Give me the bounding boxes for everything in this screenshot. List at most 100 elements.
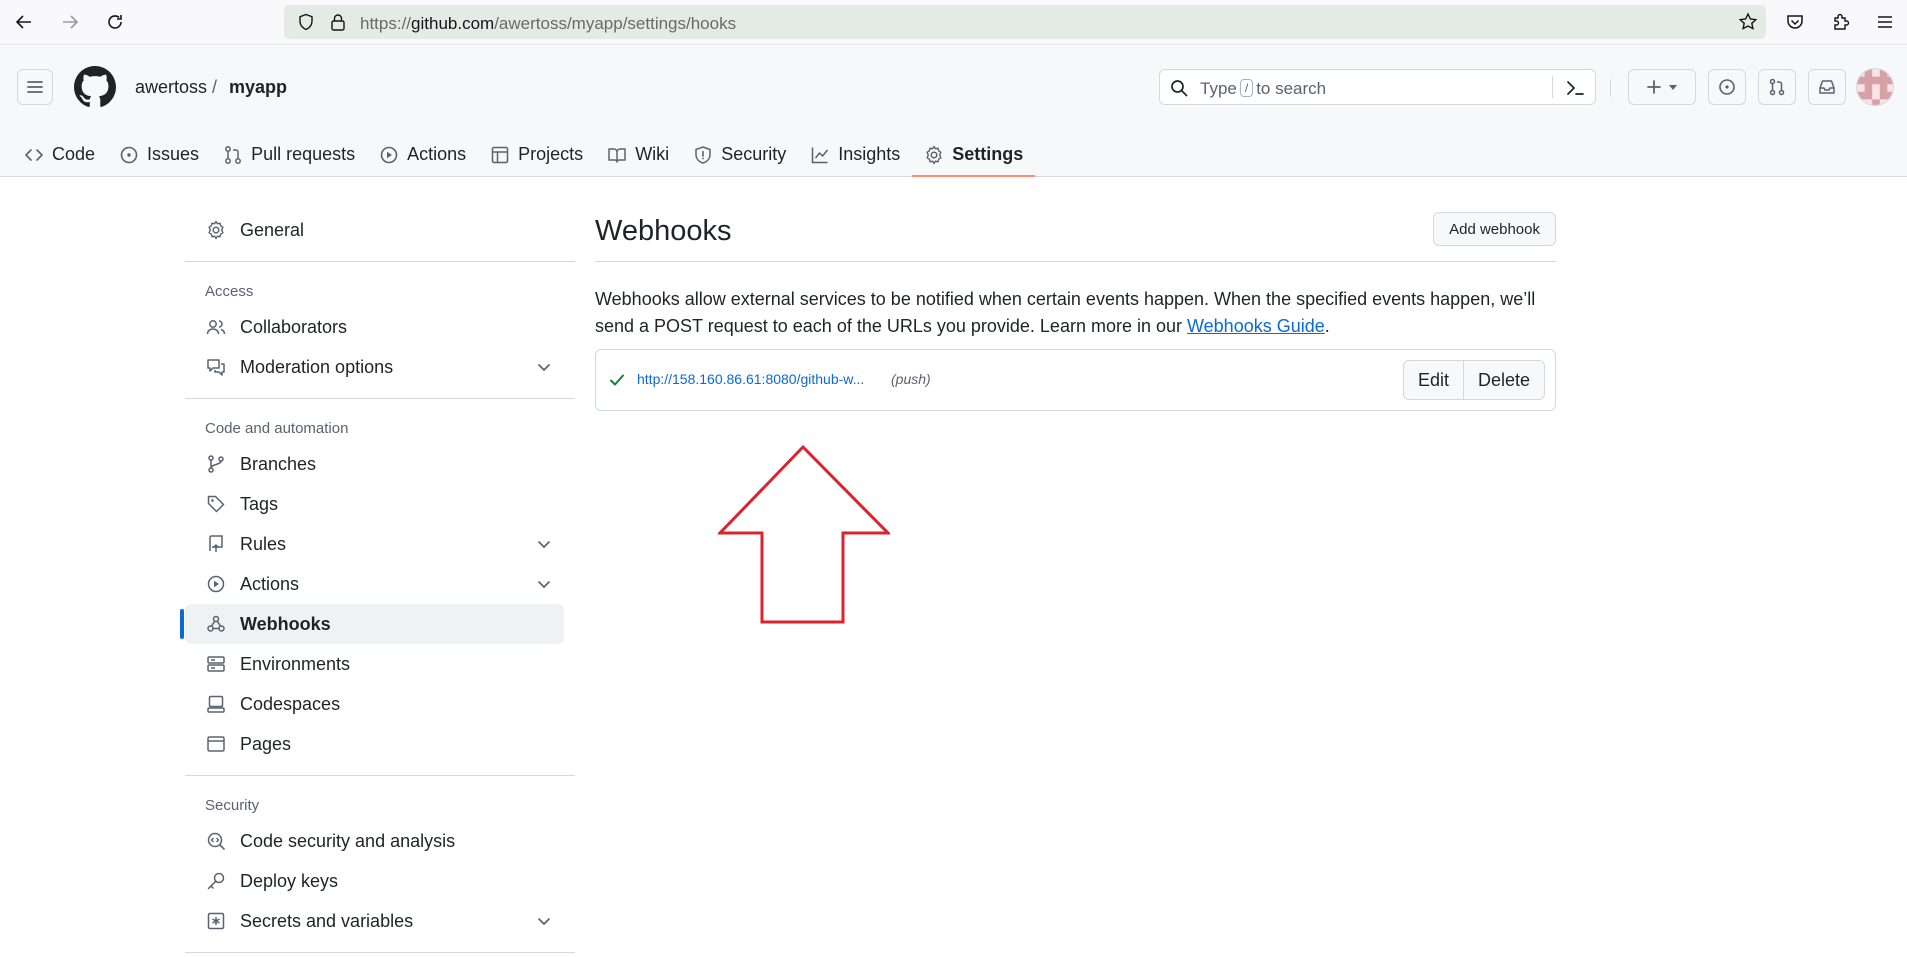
- identicon-icon: [1857, 69, 1893, 105]
- add-webhook-button[interactable]: Add webhook: [1433, 212, 1556, 246]
- sidebar-item-rules[interactable]: Rules: [185, 524, 564, 564]
- pocket-button[interactable]: [1783, 10, 1807, 34]
- sidebar-item-webhooks[interactable]: Webhooks: [180, 604, 564, 644]
- sidebar-item-label: General: [240, 219, 305, 240]
- gear-icon: [926, 145, 942, 164]
- tag-icon: [205, 494, 227, 514]
- edit-webhook-button[interactable]: Edit: [1404, 361, 1463, 399]
- tab-insights[interactable]: Insights: [798, 132, 912, 177]
- sidebar-item-label: Pages: [240, 733, 292, 754]
- chevron-down-icon: [538, 541, 550, 549]
- search-divider: [1552, 76, 1553, 98]
- browser-toolbar: https://github.com/awertoss/myapp/settin…: [0, 0, 1907, 45]
- plus-icon: [1647, 80, 1661, 94]
- sidebar-divider: [185, 952, 575, 953]
- annotation-up-arrow-icon: [718, 445, 890, 624]
- browser-icon: [205, 734, 227, 754]
- delete-webhook-button[interactable]: Delete: [1462, 361, 1544, 399]
- webhook-url-link[interactable]: http://158.160.86.61:8080/github-w...: [637, 371, 864, 387]
- bookmark-star-icon[interactable]: [1738, 12, 1758, 32]
- tab-label: Insights: [838, 144, 901, 164]
- tab-security[interactable]: Security: [681, 132, 798, 177]
- create-new-button[interactable]: [1628, 69, 1696, 105]
- sidebar-item-label: Code security and analysis: [240, 830, 456, 851]
- tab-actions[interactable]: Actions: [367, 132, 478, 177]
- tab-projects[interactable]: Projects: [478, 132, 595, 177]
- webhooks-guide-link[interactable]: Webhooks Guide: [1187, 316, 1325, 336]
- sidebar-item-tags[interactable]: Tags: [185, 484, 564, 524]
- webhook-icon: [205, 614, 227, 634]
- url-text: https://github.com/awertoss/myapp/settin…: [360, 14, 736, 34]
- sidebar-divider: [185, 398, 575, 399]
- code-icon: [25, 148, 43, 161]
- tab-label: Pull requests: [251, 144, 356, 164]
- sidebar-item-pages[interactable]: Pages: [185, 724, 564, 764]
- codescan-icon: [205, 831, 227, 851]
- avatar[interactable]: [1856, 68, 1894, 106]
- graph-icon: [811, 147, 829, 163]
- search-placeholder: Type / to search: [1200, 79, 1326, 99]
- github-logo[interactable]: [74, 66, 116, 108]
- tab-label: Actions: [407, 144, 467, 164]
- tab-label: Projects: [518, 144, 584, 164]
- breadcrumb-owner[interactable]: awertoss: [135, 77, 207, 98]
- description-text: Webhooks allow external services to be n…: [595, 289, 1536, 336]
- key-asterisk-icon: [205, 911, 227, 931]
- sidebar-item-code-security[interactable]: Code security and analysis: [185, 821, 564, 861]
- tab-label: Wiki: [635, 144, 670, 164]
- sidebar-divider: [185, 261, 575, 262]
- page-title: Webhooks: [595, 215, 732, 247]
- sidebar-item-label: Rules: [240, 533, 287, 554]
- sidebar-item-codespaces[interactable]: Codespaces: [185, 684, 564, 724]
- sidebar-item-label: Environments: [240, 653, 351, 674]
- tab-label: Code: [52, 144, 96, 164]
- url-host: github.com: [411, 14, 495, 33]
- command-palette-icon[interactable]: [1565, 79, 1585, 97]
- pull-requests-button[interactable]: [1758, 69, 1796, 105]
- arrow-left-icon: [15, 15, 31, 29]
- tab-wiki[interactable]: Wiki: [595, 132, 681, 177]
- sidebar-item-collaborators[interactable]: Collaborators: [185, 307, 564, 347]
- key-icon: [205, 871, 227, 891]
- codespaces-icon: [205, 694, 227, 714]
- menu-icon: [1878, 16, 1892, 28]
- search-input[interactable]: Type / to search: [1159, 69, 1596, 105]
- inbox-icon: [1819, 80, 1835, 94]
- play-icon: [380, 146, 398, 163]
- header-divider: [1610, 79, 1611, 97]
- extensions-button[interactable]: [1829, 10, 1853, 34]
- issue-opened-icon: [1719, 79, 1735, 95]
- back-button[interactable]: [12, 10, 36, 34]
- app-menu-button[interactable]: [1873, 10, 1897, 34]
- sidebar-item-general[interactable]: General: [185, 210, 564, 250]
- forward-button[interactable]: [58, 10, 82, 34]
- tab-label: Settings: [952, 144, 1024, 164]
- git-branch-icon: [205, 454, 227, 474]
- sidebar-item-label: Codespaces: [240, 693, 341, 714]
- sidebar-item-actions[interactable]: Actions: [185, 564, 564, 604]
- tab-pull-requests[interactable]: Pull requests: [211, 132, 367, 177]
- breadcrumb-repo[interactable]: myapp: [229, 77, 287, 98]
- sidebar-item-secrets[interactable]: Secrets and variables: [185, 901, 564, 941]
- issues-button[interactable]: [1708, 69, 1746, 105]
- sidebar-item-label: Webhooks: [240, 613, 331, 634]
- url-bar[interactable]: https://github.com/awertoss/myapp/settin…: [284, 5, 1766, 39]
- tab-settings[interactable]: Settings: [912, 132, 1036, 177]
- three-bars-icon: [27, 81, 43, 93]
- global-nav-button[interactable]: [17, 69, 53, 105]
- sidebar-heading-code-automation: Code and automation: [205, 419, 349, 437]
- table-icon: [491, 146, 509, 163]
- book-icon: [608, 147, 626, 163]
- breadcrumb-separator: /: [212, 77, 218, 97]
- reload-button[interactable]: [103, 10, 127, 34]
- repo-nav: Code Issues Pull requests Actions Projec…: [12, 132, 1036, 177]
- tab-code[interactable]: Code: [12, 132, 107, 177]
- sidebar-item-deploy-keys[interactable]: Deploy keys: [185, 861, 564, 901]
- sidebar-item-branches[interactable]: Branches: [185, 444, 564, 484]
- sidebar-item-environments[interactable]: Environments: [185, 644, 564, 684]
- sidebar-item-label: Collaborators: [240, 316, 348, 337]
- gear-icon: [205, 220, 227, 240]
- sidebar-item-moderation[interactable]: Moderation options: [185, 347, 564, 387]
- tab-issues[interactable]: Issues: [107, 132, 211, 177]
- inbox-button[interactable]: [1808, 69, 1846, 105]
